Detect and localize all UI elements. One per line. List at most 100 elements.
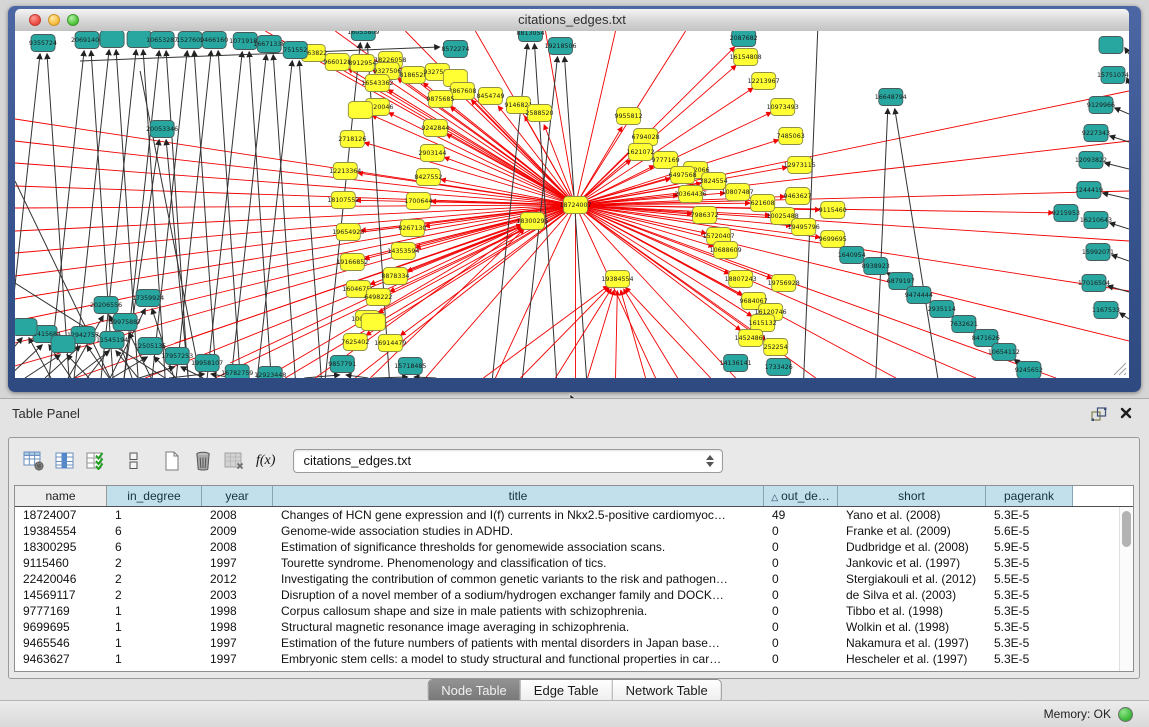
graph-node-label: 14353594 xyxy=(387,248,419,255)
network-view-window[interactable]: citations_edges.txt 18724007183002951938… xyxy=(8,6,1141,392)
graph-node-label: 20364436 xyxy=(675,191,707,198)
table-row[interactable]: 911546021997Tourette syndrome. Phenomeno… xyxy=(15,555,1120,571)
network-canvas[interactable]: 1872400718300295193845547663822966012889… xyxy=(15,31,1129,378)
table-cell: 2 xyxy=(107,587,202,603)
column-header-pagerank[interactable]: pagerank xyxy=(986,486,1073,506)
graph-node-label: 9355724 xyxy=(29,40,57,47)
graph-node[interactable] xyxy=(100,31,124,48)
close-panel-icon[interactable] xyxy=(1119,406,1133,420)
table-cell: 14569117 xyxy=(15,587,107,603)
graph-node-label: 16782759 xyxy=(221,370,253,377)
select-columns-icon[interactable] xyxy=(85,451,107,471)
graph-node-label: 9660128 xyxy=(323,59,351,66)
column-visibility-icon[interactable] xyxy=(54,451,76,471)
graph-node-label: 2718126 xyxy=(338,136,366,143)
graph-node-label: 1167533 xyxy=(1092,307,1120,314)
table-cell: 2003 xyxy=(202,587,273,603)
delete-column-icon[interactable] xyxy=(223,451,245,471)
table-cell: 9699695 xyxy=(15,619,107,635)
graph-node-label: 2588520 xyxy=(525,110,553,117)
table-cell: 1 xyxy=(107,619,202,635)
table-cell: Dudbridge et al. (2008) xyxy=(838,539,986,555)
graph-node-label: 9227343 xyxy=(1082,130,1110,137)
graph-edge xyxy=(365,143,576,205)
graph-edge xyxy=(1110,223,1129,229)
table-cell: de Silva et al. (2003) xyxy=(838,587,986,603)
table-cell: 9115460 xyxy=(15,555,107,571)
graph-edge xyxy=(1108,286,1129,292)
delete-table-icon[interactable] xyxy=(192,451,214,471)
graph-node-label: 16210643 xyxy=(1080,217,1112,224)
graph-node-label: 6879197 xyxy=(887,278,915,285)
graph-node-label: 20691406 xyxy=(71,37,103,44)
table-toolbar: f(x) citations_edges.txt xyxy=(9,438,1139,484)
table-cell: 1 xyxy=(107,635,202,651)
table-cell: Jankovic et al. (1997) xyxy=(838,555,986,571)
graph-edge xyxy=(15,345,42,378)
table-cell: 1 xyxy=(107,603,202,619)
table-cell: 18724007 xyxy=(15,507,107,523)
column-header-name[interactable]: name xyxy=(15,486,107,506)
float-panel-icon[interactable] xyxy=(1091,407,1107,421)
graph-edge xyxy=(621,291,646,378)
function-builder-icon[interactable]: f(x) xyxy=(256,453,275,469)
scrollbar-thumb[interactable] xyxy=(1122,511,1131,547)
memory-indicator-icon[interactable] xyxy=(1118,707,1133,722)
table-cell: 2008 xyxy=(202,539,273,555)
column-header-short[interactable]: short xyxy=(838,486,986,506)
graph-node-label: 1700644 xyxy=(404,198,432,205)
vertical-scrollbar[interactable] xyxy=(1119,507,1133,671)
graph-node[interactable] xyxy=(348,102,372,119)
table-cell: Wolkin et al. (1998) xyxy=(838,619,986,635)
table-row[interactable]: 1830029562008Estimation of significance … xyxy=(15,539,1120,555)
table-row[interactable]: 977716911998Corpus callosum shape and si… xyxy=(15,603,1120,619)
column-header-year[interactable]: year xyxy=(202,486,273,506)
table-row[interactable]: 946362711997Embryonic stem cells: a mode… xyxy=(15,651,1120,667)
table-selector-dropdown[interactable]: citations_edges.txt xyxy=(293,449,723,473)
column-header-in_degree[interactable]: in_degree xyxy=(107,486,202,506)
citation-network-graph[interactable]: 1872400718300295193845547663822966012889… xyxy=(15,31,1129,378)
table-mode-icon[interactable] xyxy=(23,451,45,471)
graph-edge xyxy=(299,61,321,378)
table-row[interactable]: 1456911722003Disruption of a novel membe… xyxy=(15,587,1120,603)
table-cell: 1 xyxy=(107,507,202,523)
table-row[interactable]: 969969511998Structural magnetic resonanc… xyxy=(15,619,1120,635)
graph-node-label: 7986372 xyxy=(691,212,719,219)
graph-node-label: 9875685 xyxy=(426,96,454,103)
column-header-out_de[interactable]: △out_de… xyxy=(764,486,838,506)
graph-node-label: 2935114 xyxy=(928,306,956,313)
table-row[interactable]: 2242004622012Investigating the contribut… xyxy=(15,571,1120,587)
graph-node-label: 10688609 xyxy=(710,247,742,254)
graph-node[interactable] xyxy=(1099,37,1123,54)
table-cell: 1997 xyxy=(202,555,273,571)
table-row[interactable]: 946554611997Estimation of the future num… xyxy=(15,635,1120,651)
graph-node[interactable] xyxy=(51,336,75,353)
graph-node-label: 2903144 xyxy=(418,150,446,157)
tab-network-table[interactable]: Network Table xyxy=(612,680,721,702)
graph-edge xyxy=(576,31,616,205)
canvas-resize-handle-icon[interactable] xyxy=(1111,360,1127,376)
tab-node-table[interactable]: Node Table xyxy=(428,680,520,702)
table-row[interactable]: 1938455462009Genome-wide association stu… xyxy=(15,523,1120,539)
graph-node[interactable] xyxy=(361,314,385,331)
graph-node-label: 12923448 xyxy=(254,372,286,378)
graph-node-label: 9129966 xyxy=(1087,102,1115,109)
table-row[interactable]: 1872400712008Changes of HCN gene express… xyxy=(15,507,1120,523)
graph-node[interactable] xyxy=(15,319,37,336)
graph-edge xyxy=(616,291,618,378)
row-height-icon[interactable] xyxy=(123,451,145,471)
graph-node-label: 16154808 xyxy=(730,54,762,61)
graph-edge xyxy=(576,205,1129,341)
graph-node-label: 17957253 xyxy=(161,353,193,360)
graph-edge xyxy=(249,52,271,378)
tab-edge-table[interactable]: Edge Table xyxy=(520,680,612,702)
column-header-title[interactable]: title xyxy=(273,486,764,506)
graph-edge xyxy=(576,91,1129,205)
table-cell: 5.3E-5 xyxy=(986,635,1073,651)
graph-node-label: 19975887 xyxy=(109,319,141,326)
table-cell: 0 xyxy=(764,651,838,667)
window-titlebar[interactable]: citations_edges.txt xyxy=(15,9,1129,32)
graph-node-label: 8454749 xyxy=(476,93,504,100)
table-cell: Corpus callosum shape and size in male p… xyxy=(273,603,764,619)
new-table-icon[interactable] xyxy=(161,451,183,471)
